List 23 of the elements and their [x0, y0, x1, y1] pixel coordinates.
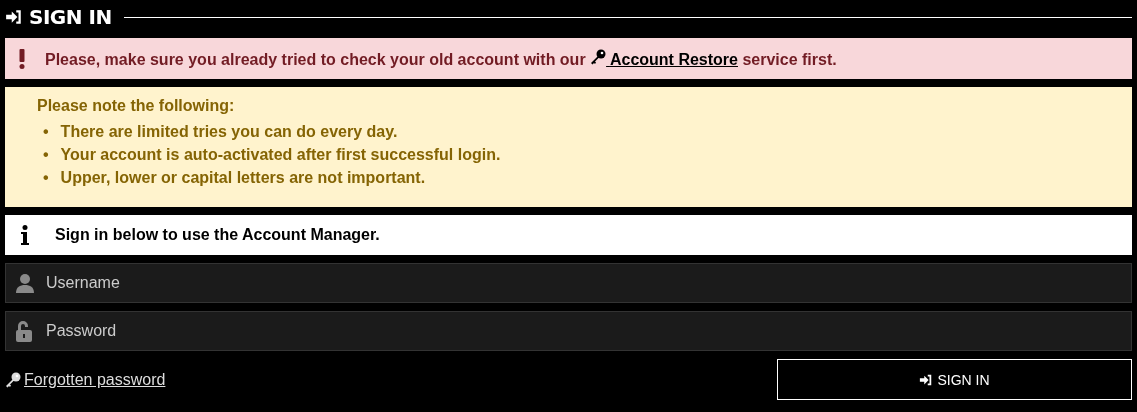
account-restore-link[interactable]: Account Restore: [590, 50, 738, 68]
bullet: •: [43, 169, 49, 187]
password-field[interactable]: Password: [5, 311, 1132, 351]
key-icon: [590, 48, 607, 65]
section-heading: SIGN IN: [29, 5, 112, 29]
sign-in-icon: [919, 372, 934, 387]
notice-item: Upper, lower or capital letters are not important.: [60, 169, 426, 187]
bullet: •: [43, 123, 49, 141]
bullet: •: [43, 146, 49, 164]
unlocked-padlock-icon: [15, 320, 33, 342]
key-icon: [5, 371, 21, 388]
info-text: Sign in below to use the Account Manager.: [55, 226, 380, 244]
notice-title: Please note the following:: [37, 97, 236, 115]
notice-item: There are limited tries you can do every day.: [60, 123, 398, 141]
info-icon: [21, 225, 29, 245]
username-field[interactable]: Username: [5, 263, 1132, 303]
warning-text: Please, make sure you already tried to check your old account with our Account Restore service first.: [45, 48, 837, 69]
sign-in-icon: [5, 8, 23, 26]
forgotten-password-link[interactable]: Forgotten password: [5, 370, 166, 389]
exclamation-icon: [19, 48, 25, 69]
sign-in-button[interactable]: SIGN IN: [777, 359, 1132, 400]
notice-item: Your account is auto-activated after first successful login.: [60, 146, 501, 164]
user-icon: [15, 273, 35, 293]
